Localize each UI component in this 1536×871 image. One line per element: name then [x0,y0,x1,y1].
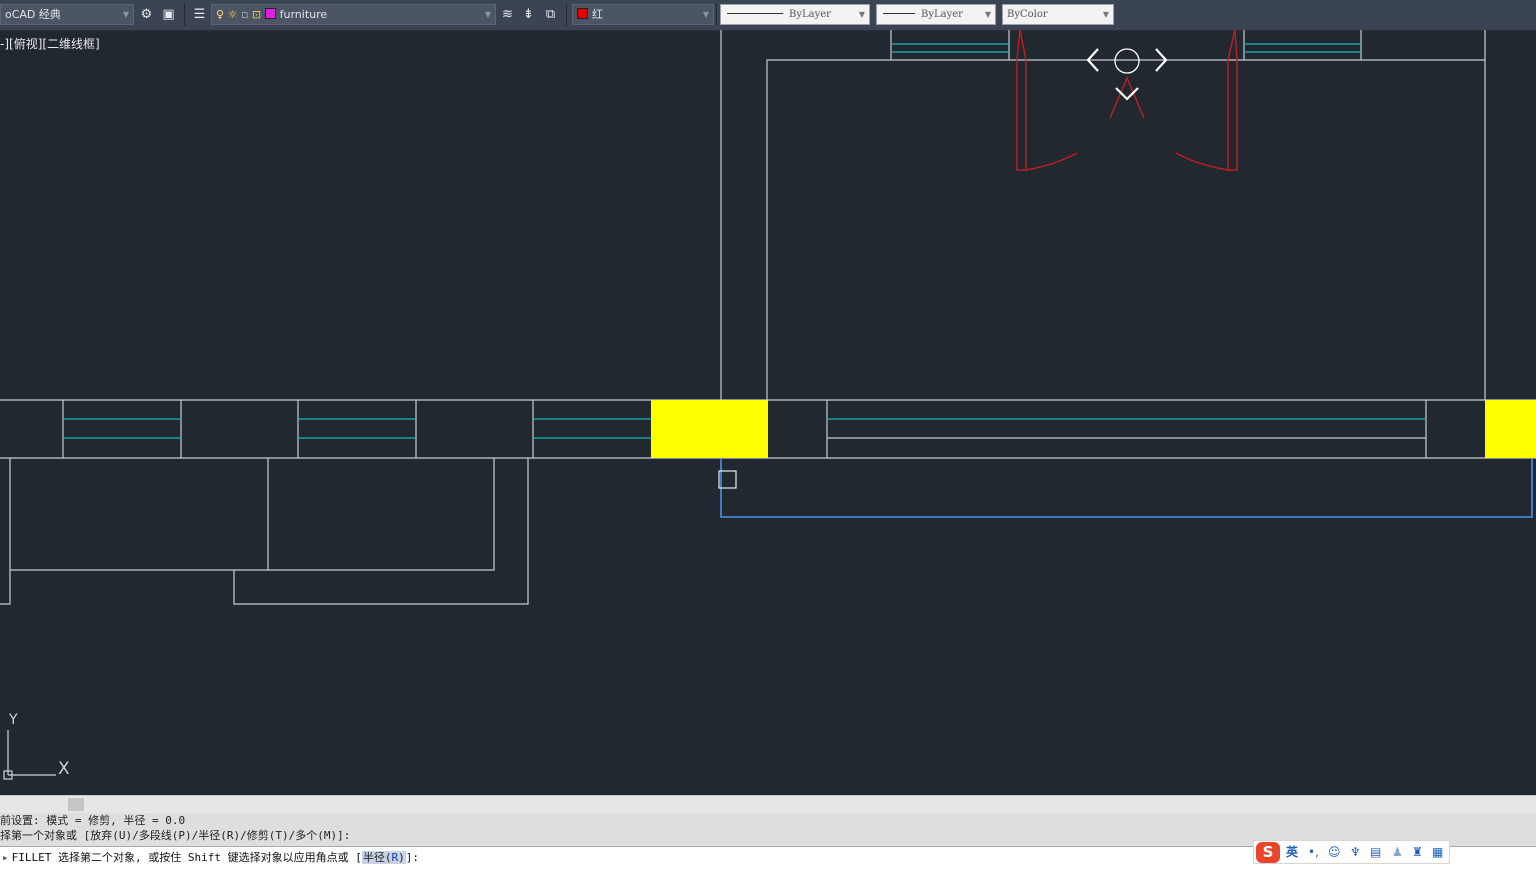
lineweight-preview [883,13,915,14]
option-label: 半径( [362,851,392,864]
lineweight-dropdown[interactable]: ByLayer ▼ [876,4,996,25]
plotstyle-dropdown[interactable]: ByColor ▼ [1002,4,1114,25]
door-swing-arc [1025,152,1078,171]
ime-toolbar[interactable]: S 英 •, ☺ ♆ ▤ ♟ ♜ ▦ [1253,840,1450,864]
drawing-canvas[interactable]: Y X [0,30,1536,795]
linetype-preview [727,13,783,14]
chevron-down-icon: ▼ [122,10,129,19]
workspace-name: oCAD 经典 [5,8,61,21]
chevron-down-icon: ▼ [858,10,865,19]
ucs-y-label: Y [8,712,18,728]
radius-option[interactable]: 半径(R) [361,851,406,864]
workspace-dropdown[interactable]: oCAD 经典 ▼ [0,4,134,25]
chevron-down-icon: ▼ [984,10,991,19]
freeze-icon: ▫ [240,8,249,21]
emoji-icon[interactable]: ☺ [1328,843,1341,861]
bulb-icon: ♀ [216,8,225,21]
door-swing-arc [1175,152,1229,171]
lock-icon: ⊡ [251,8,262,21]
door-leaf [1016,30,1027,171]
properties-toolbar: oCAD 经典 ▼ ⚙ ▣ ☰ ♀ ☼ ▫ ⊡ furniture ▼ ≋ ⇟ ⧉… [0,0,1536,31]
selected-polyline[interactable] [720,458,1533,518]
plotstyle-name: ByColor [1007,9,1048,20]
toolbar-separator [184,3,185,26]
sun-icon: ☼ [227,8,238,21]
layer-dropdown[interactable]: ♀ ☼ ▫ ⊡ furniture ▼ [211,4,496,25]
ucs-x-label: X [58,759,70,779]
navigation-gizmo[interactable] [1086,48,1168,101]
structural-column [651,400,768,458]
color-swatch [577,8,588,19]
columns [651,400,1536,458]
command-prefix: ▸ [2,851,9,864]
lineweight-name: ByLayer [921,9,963,20]
command-prompt: FILLET 选择第二个对象, 或按住 Shift 键选择对象以应用角点或 [ [11,851,362,864]
microphone-icon[interactable]: ♆ [1350,843,1361,861]
chevron-down-icon: ▼ [702,10,709,19]
layer-manager-icon[interactable]: ☰ [190,4,209,25]
linetype-dropdown[interactable]: ByLayer ▼ [720,4,870,25]
ime-punctuation[interactable]: •, [1308,843,1319,861]
toolbar-separator [566,3,567,26]
furniture-outline [233,458,529,605]
chevron-down-icon: ▼ [1102,10,1109,19]
scrollbar-thumb[interactable] [68,798,84,811]
layer-color-swatch [264,8,276,19]
furniture-outline [267,458,495,571]
structural-column [1485,400,1536,458]
maximize-icon[interactable]: ▣ [159,4,178,25]
layer-state-icon[interactable]: ⧉ [541,4,560,25]
color-name: 红 [592,8,603,21]
keyboard-icon[interactable]: ▤ [1370,843,1381,861]
sogou-logo-icon[interactable]: S [1256,842,1280,863]
linetype-name: ByLayer [789,9,831,20]
chevron-down-icon: ▼ [484,10,491,19]
furniture-outline [0,458,11,605]
history-line: 前设置: 模式 = 修剪, 半径 = 0.0 [0,814,186,827]
door-leaf [1227,30,1238,171]
window-glass-lines [63,43,1426,439]
ime-mode[interactable]: 英 [1286,843,1298,861]
wall-lines [0,30,1536,605]
user-icon[interactable]: ♟ [1392,843,1403,861]
gear-icon[interactable]: ⚙ [137,4,156,25]
color-dropdown[interactable]: 红 ▼ [572,4,714,25]
option-close: ) [398,851,405,864]
match-layer-icon[interactable]: ≋ [498,4,517,25]
layer-name: furniture [279,8,328,21]
room-outline [766,59,1486,400]
ucs-icon [3,730,56,780]
layer-previous-icon[interactable]: ⇟ [519,4,538,25]
grid-icon[interactable]: ▦ [1432,843,1443,861]
shirt-icon[interactable]: ♜ [1412,843,1423,861]
orbit-icon[interactable] [1114,48,1140,74]
command-suffix: ]: [405,851,419,864]
toolbar-separator [716,3,717,26]
horizontal-scrollbar[interactable] [0,795,1536,813]
